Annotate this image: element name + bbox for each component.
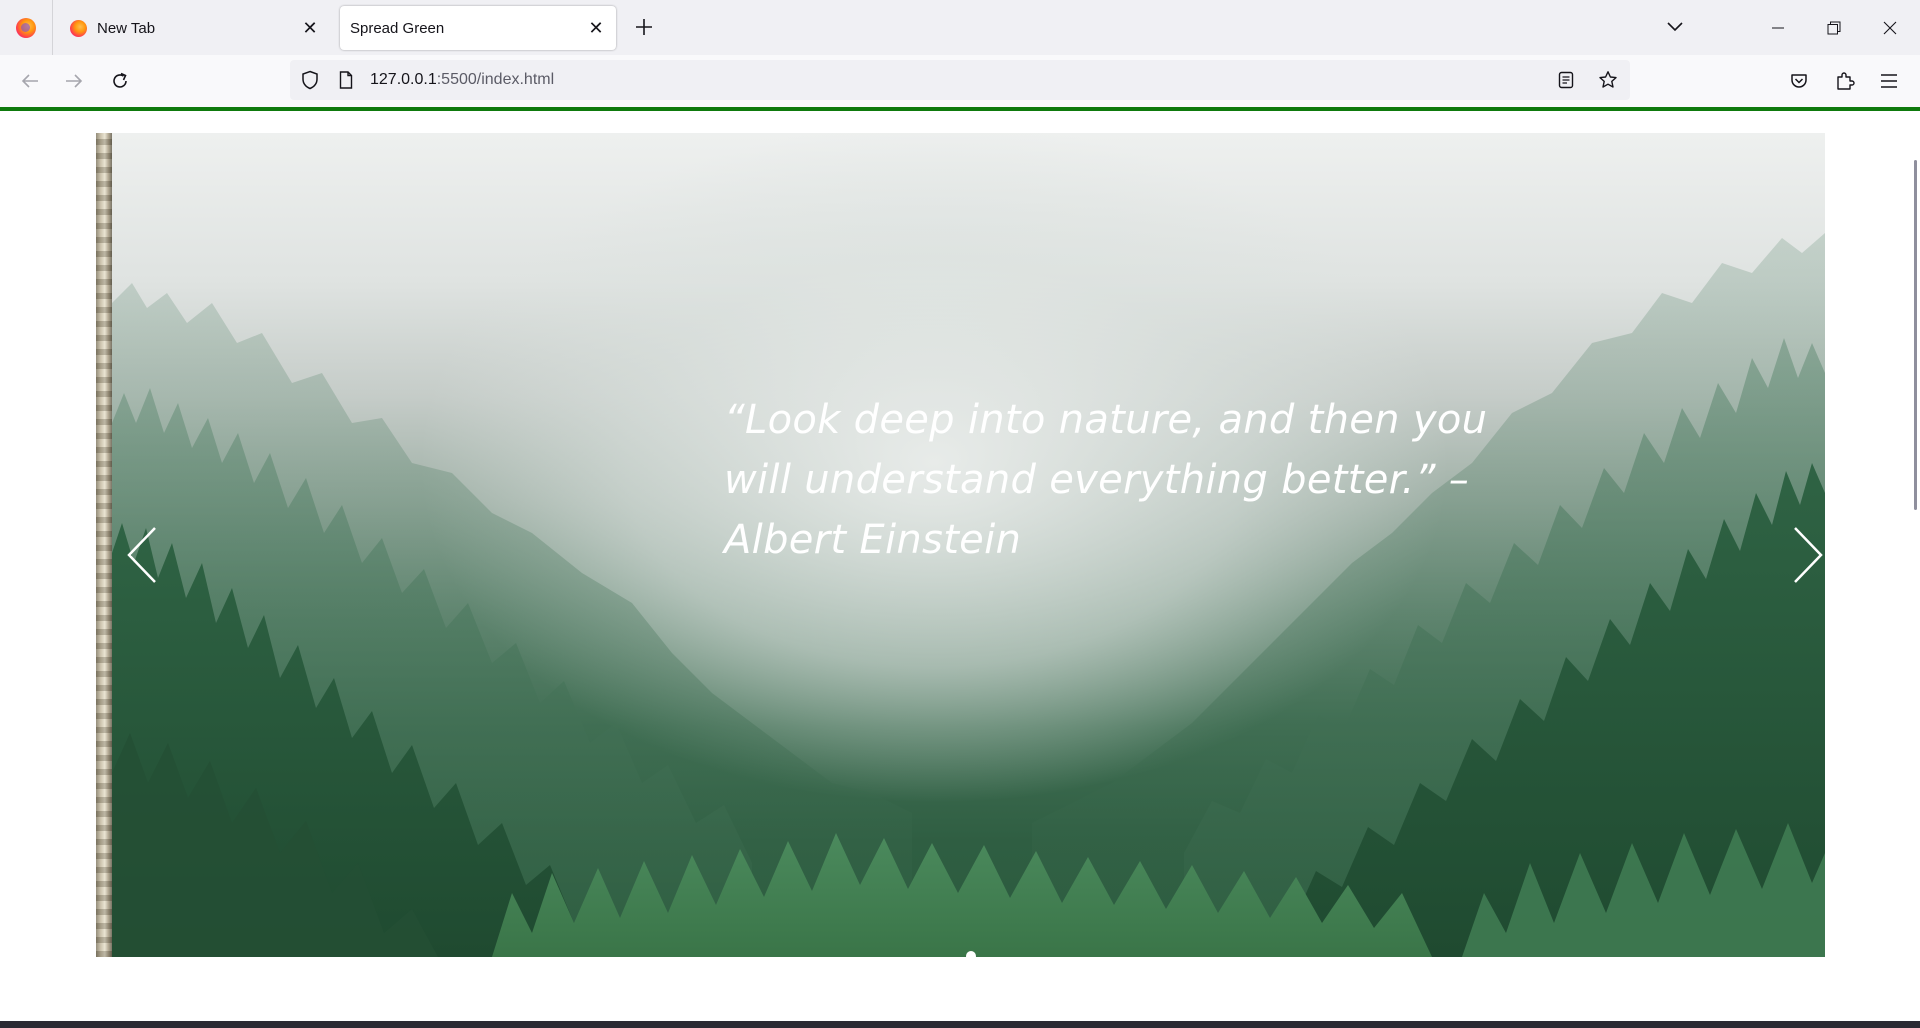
previous-slide-edge <box>96 133 112 957</box>
back-button[interactable] <box>14 65 46 97</box>
url-host: 127.0.0.1 <box>370 71 437 88</box>
reader-view-icon[interactable] <box>1550 64 1582 96</box>
puzzle-icon <box>1837 72 1855 90</box>
minimize-button[interactable] <box>1750 0 1806 55</box>
restore-button[interactable] <box>1806 0 1862 55</box>
forward-button[interactable] <box>58 65 90 97</box>
reload-icon <box>113 72 127 88</box>
tab-title: Spread Green <box>350 19 445 37</box>
address-bar[interactable]: 127.0.0.1:5500/index.html <box>290 60 1630 100</box>
minimize-icon <box>1772 27 1784 28</box>
plus-icon <box>636 19 652 35</box>
reload-button[interactable] <box>104 65 136 97</box>
footer-edge <box>0 1021 1920 1028</box>
carousel-indicator-active[interactable] <box>965 951 976 957</box>
page-scrollbar[interactable] <box>1914 160 1917 510</box>
firefox-view-button[interactable] <box>0 0 53 55</box>
tab-spread-green[interactable]: Spread Green ✕ <box>340 6 616 50</box>
firefox-logo-icon <box>16 17 36 38</box>
firefox-favicon-icon <box>70 19 87 37</box>
url-text[interactable]: 127.0.0.1:5500/index.html <box>370 71 554 89</box>
carousel-next-button[interactable] <box>1788 515 1825 595</box>
navigation-toolbar: 127.0.0.1:5500/index.html <box>0 55 1920 107</box>
tab-new-tab[interactable]: New Tab ✕ <box>60 6 330 50</box>
carousel-quote: “Look deep into nature, and then you wil… <box>724 397 1488 563</box>
chevron-down-icon <box>1667 22 1683 32</box>
chevron-left-icon <box>127 527 156 583</box>
close-icon <box>1883 21 1897 34</box>
tab-bar: New Tab ✕ Spread Green ✕ <box>0 0 1920 55</box>
pocket-icon <box>1791 74 1807 88</box>
extensions-button[interactable] <box>1829 65 1861 97</box>
tab-title: New Tab <box>97 19 156 37</box>
carousel-prev-button[interactable] <box>122 515 162 595</box>
app-menu-button[interactable] <box>1873 65 1905 97</box>
new-tab-button[interactable] <box>630 13 658 41</box>
restore-icon <box>1827 21 1841 34</box>
list-all-tabs-button[interactable] <box>1660 12 1690 42</box>
arrow-left-icon <box>21 74 38 88</box>
window-close-button[interactable] <box>1862 0 1918 55</box>
url-path: :5500/index.html <box>436 71 555 88</box>
close-icon[interactable]: ✕ <box>584 16 608 40</box>
pocket-button[interactable] <box>1783 65 1815 97</box>
carousel-indicators <box>96 951 1825 957</box>
shield-icon[interactable] <box>294 64 326 96</box>
arrow-right-icon <box>66 74 83 88</box>
hamburger-icon <box>1881 74 1897 88</box>
star-icon[interactable] <box>1592 64 1624 96</box>
carousel-slide: “Look deep into nature, and then you wil… <box>112 133 1825 957</box>
page-icon[interactable] <box>330 64 362 96</box>
chevron-right-icon <box>1794 527 1823 583</box>
close-icon[interactable]: ✕ <box>298 16 322 40</box>
page-viewport: “Look deep into nature, and then you wil… <box>0 111 1920 1028</box>
quote-carousel: “Look deep into nature, and then you wil… <box>96 133 1825 957</box>
